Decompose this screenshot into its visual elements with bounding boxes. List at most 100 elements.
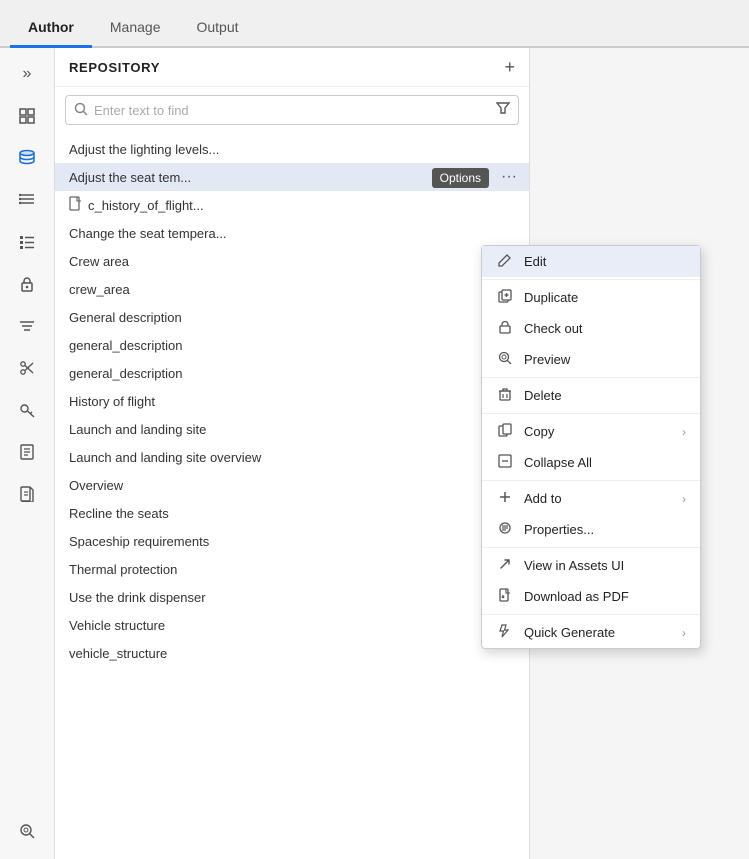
repo-title: REPOSITORY (69, 60, 160, 75)
list-item[interactable]: c_history_of_flight... (55, 191, 529, 219)
doc-icon[interactable] (9, 476, 45, 512)
properties-menu-item[interactable]: Properties... (482, 514, 700, 545)
list-icon[interactable] (9, 182, 45, 218)
view-assets-icon (496, 557, 514, 574)
list-item[interactable]: Recline the seats (55, 499, 529, 527)
quick-generate-icon (496, 624, 514, 641)
lock-icon[interactable] (9, 266, 45, 302)
main-layout: » (0, 48, 749, 859)
item-text: Overview (69, 478, 123, 493)
divider (482, 480, 700, 481)
list-item[interactable]: Overview (55, 471, 529, 499)
list-item[interactable]: Change the seat tempera... (55, 219, 529, 247)
download-pdf-icon (496, 588, 514, 605)
delete-icon (496, 387, 514, 404)
list2-icon[interactable] (9, 224, 45, 260)
add-to-menu-item[interactable]: Add to › (482, 483, 700, 514)
copy-icon (496, 423, 514, 440)
item-text: Adjust the seat tem... (69, 170, 191, 185)
file-icon (69, 196, 82, 214)
add-to-arrow: › (682, 492, 686, 506)
edit-icon (496, 253, 514, 270)
view-assets-menu-item[interactable]: View in Assets UI (482, 550, 700, 581)
search-circle-icon[interactable] (9, 813, 45, 849)
repo-panel: REPOSITORY + Adjust the lighting lev (55, 48, 530, 859)
checkout-label: Check out (524, 321, 686, 336)
item-text: Change the seat tempera... (69, 226, 227, 241)
duplicate-icon (496, 289, 514, 306)
search-input[interactable] (94, 103, 496, 118)
list-item[interactable]: crew_area (55, 275, 529, 303)
top-tab-bar: Author Manage Output (0, 0, 749, 48)
list-item[interactable]: Vehicle structure (55, 611, 529, 639)
item-text: History of flight (69, 394, 155, 409)
tab-author[interactable]: Author (10, 9, 92, 48)
list-item[interactable]: Launch and landing site (55, 415, 529, 443)
add-to-icon (496, 490, 514, 507)
article-icon[interactable] (9, 434, 45, 470)
database-icon[interactable] (9, 140, 45, 176)
item-text: Crew area (69, 254, 129, 269)
edit-label: Edit (524, 254, 686, 269)
quick-generate-menu-item[interactable]: Quick Generate › (482, 617, 700, 648)
view-assets-label: View in Assets UI (524, 558, 686, 573)
properties-icon (496, 521, 514, 538)
more-options-button[interactable]: ··· (499, 168, 519, 186)
download-pdf-label: Download as PDF (524, 589, 686, 604)
duplicate-menu-item[interactable]: Duplicate (482, 282, 700, 313)
quick-generate-label: Quick Generate (524, 625, 672, 640)
key-icon[interactable] (9, 392, 45, 428)
item-text: vehicle_structure (69, 646, 167, 661)
icon-sidebar: » (0, 48, 55, 859)
checkout-icon (496, 320, 514, 337)
filter-icon[interactable] (496, 101, 510, 119)
filter-list-icon[interactable] (9, 308, 45, 344)
item-text: general_description (69, 366, 182, 381)
chevrons-right-icon[interactable]: » (9, 56, 45, 92)
list-item[interactable]: Thermal protection (55, 555, 529, 583)
divider (482, 377, 700, 378)
list-item[interactable]: Crew area (55, 247, 529, 275)
list-item[interactable]: general_description (55, 331, 529, 359)
item-text: Recline the seats (69, 506, 169, 521)
list-item[interactable]: Launch and landing site overview (55, 443, 529, 471)
search-icon (74, 102, 88, 119)
item-text: Spaceship requirements (69, 534, 209, 549)
copy-menu-item[interactable]: Copy › (482, 416, 700, 447)
quick-generate-arrow: › (682, 626, 686, 640)
repo-add-button[interactable]: + (504, 58, 515, 76)
list-item[interactable]: Spaceship requirements (55, 527, 529, 555)
collapse-icon (496, 454, 514, 471)
tab-output[interactable]: Output (178, 9, 256, 48)
item-text: crew_area (69, 282, 130, 297)
list-item[interactable]: general_description (55, 359, 529, 387)
preview-label: Preview (524, 352, 686, 367)
item-text: Adjust the lighting levels... (69, 142, 219, 157)
list-item[interactable]: Adjust the lighting levels... (55, 135, 529, 163)
list-item[interactable]: History of flight (55, 387, 529, 415)
checkout-menu-item[interactable]: Check out (482, 313, 700, 344)
preview-icon (496, 351, 514, 368)
list-item[interactable]: Use the drink dispenser (55, 583, 529, 611)
divider (482, 413, 700, 414)
list-item[interactable]: General description (55, 303, 529, 331)
tab-manage[interactable]: Manage (92, 9, 179, 48)
grid-icon[interactable] (9, 98, 45, 134)
scissors-icon[interactable] (9, 350, 45, 386)
properties-label: Properties... (524, 522, 686, 537)
copy-arrow: › (682, 425, 686, 439)
item-text: Thermal protection (69, 562, 177, 577)
item-text: c_history_of_flight... (88, 198, 204, 213)
download-pdf-menu-item[interactable]: Download as PDF (482, 581, 700, 612)
divider (482, 279, 700, 280)
list-item[interactable]: vehicle_structure (55, 639, 529, 667)
edit-menu-item[interactable]: Edit (482, 246, 700, 277)
preview-menu-item[interactable]: Preview (482, 344, 700, 375)
list-item-highlighted[interactable]: Adjust the seat tem... ··· Options (55, 163, 529, 191)
delete-menu-item[interactable]: Delete (482, 380, 700, 411)
item-text: Launch and landing site overview (69, 450, 261, 465)
item-text: general_description (69, 338, 182, 353)
item-text: Use the drink dispenser (69, 590, 206, 605)
collapse-all-menu-item[interactable]: Collapse All (482, 447, 700, 478)
item-text: Vehicle structure (69, 618, 165, 633)
